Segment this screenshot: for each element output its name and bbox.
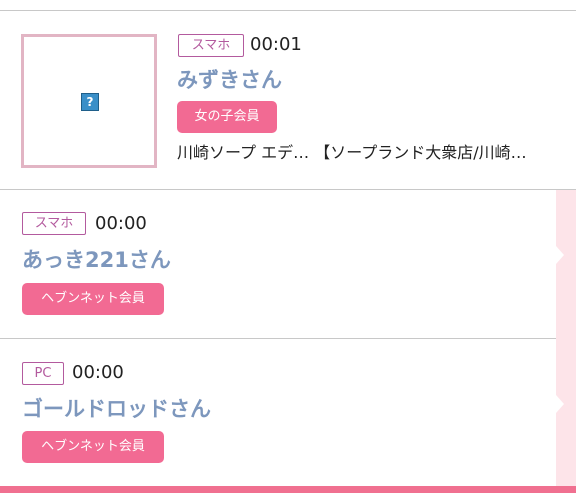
member-type-badge: 女の子会員 [177, 101, 277, 133]
user-thumbnail[interactable]: ? [21, 34, 157, 168]
row-divider [0, 338, 556, 339]
shop-name[interactable]: 川崎ソープ エデ… 【ソープランド大衆店/川崎… [177, 141, 552, 165]
row-divider [0, 189, 576, 190]
bottom-accent-bar [0, 486, 576, 493]
member-type-badge: ヘブンネット会員 [22, 283, 164, 315]
top-divider [0, 10, 576, 11]
access-history-list: ? スマホ 00:01 みずきさん 女の子会員 川崎ソープ エデ… 【ソープラン… [0, 0, 576, 493]
access-time: 00:00 [72, 362, 124, 383]
user-name[interactable]: ゴールドロッドさん [22, 395, 211, 423]
device-badge: スマホ [22, 212, 86, 235]
broken-image-icon: ? [81, 93, 99, 111]
user-name[interactable]: みずきさん [177, 66, 282, 94]
access-time: 00:01 [250, 34, 302, 55]
side-decoration [556, 190, 576, 486]
device-badge: PC [22, 362, 64, 385]
access-time: 00:00 [95, 213, 147, 234]
member-type-badge: ヘブンネット会員 [22, 431, 164, 463]
user-name[interactable]: あっき221さん [22, 246, 171, 274]
device-badge: スマホ [178, 34, 244, 57]
